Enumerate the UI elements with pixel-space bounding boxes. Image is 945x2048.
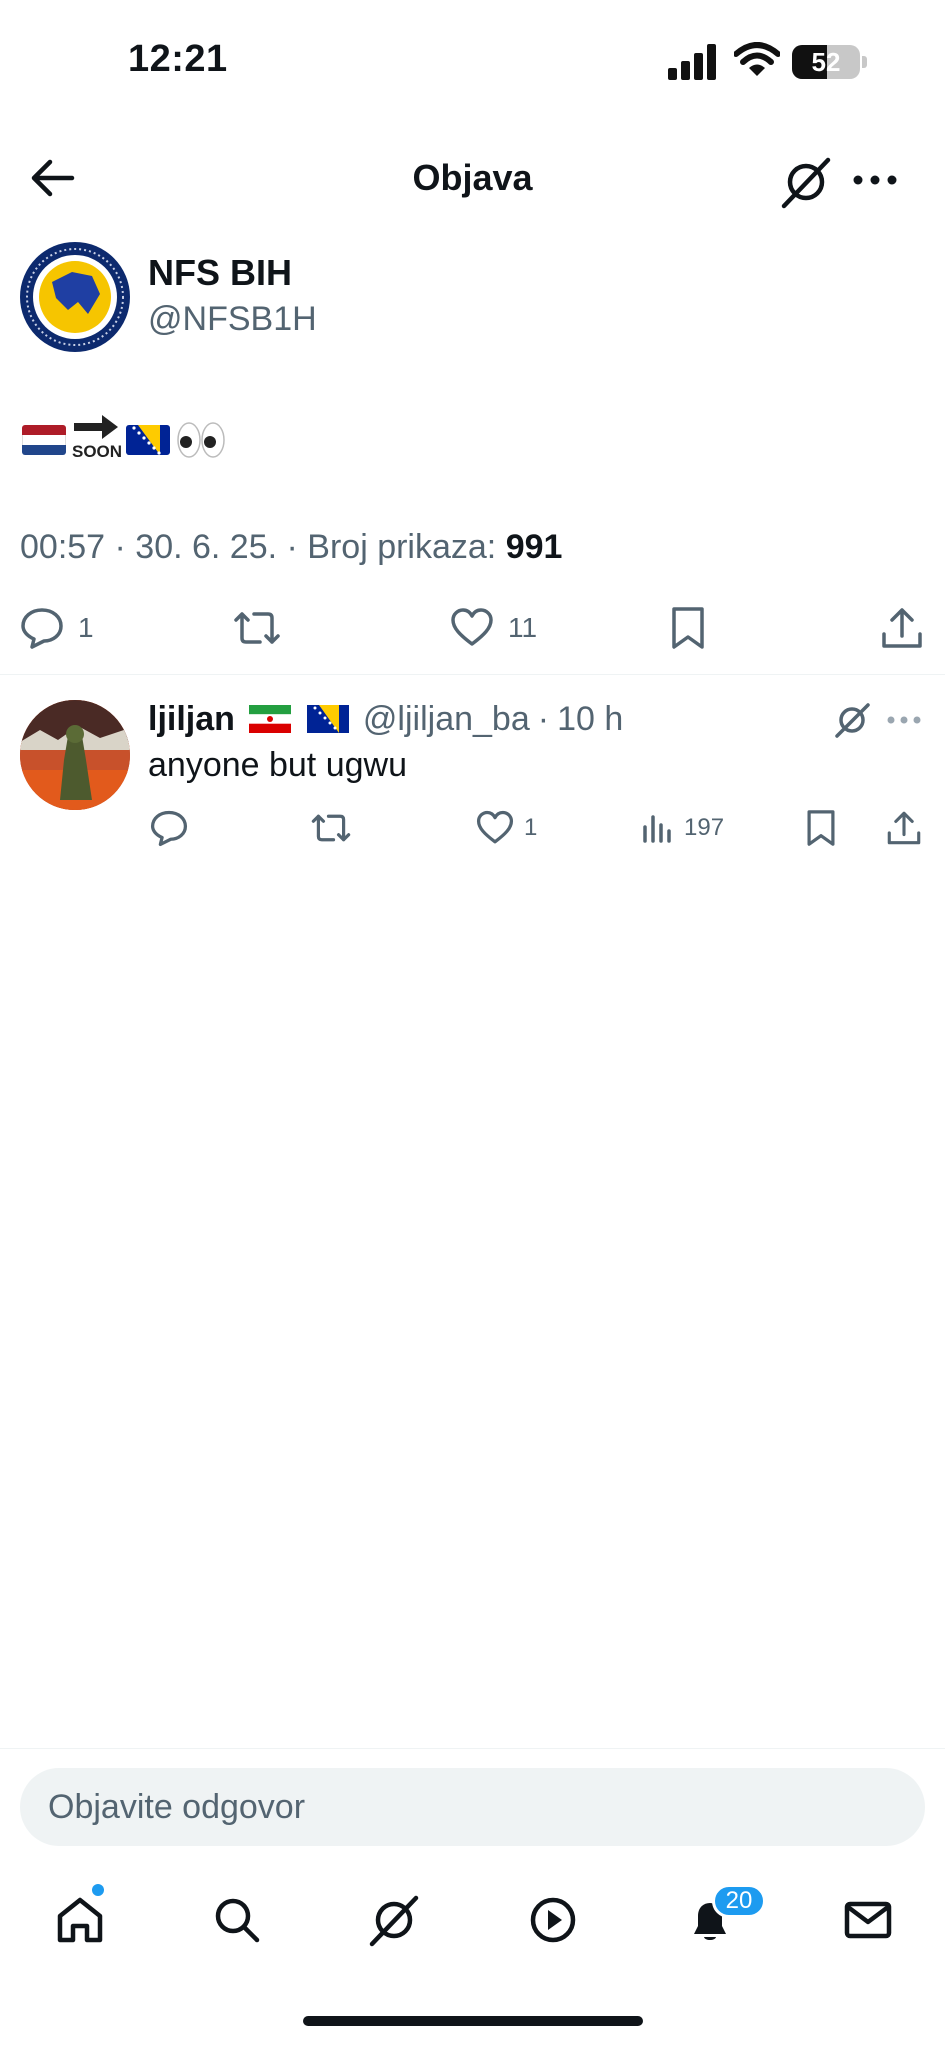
grok-icon[interactable] (778, 154, 834, 210)
bookmark-icon (668, 606, 708, 650)
nav-home[interactable] (50, 1890, 110, 1950)
share-icon (880, 606, 924, 650)
divider (0, 1748, 945, 1749)
soon-label: SOON (72, 442, 123, 461)
more-options-icon[interactable] (852, 160, 898, 200)
reply-bookmark-button[interactable] (804, 806, 838, 850)
like-count: 11 (508, 612, 538, 643)
grok-icon (366, 1892, 422, 1948)
reply-repost-button[interactable] (310, 806, 352, 850)
heart-icon (450, 606, 494, 650)
reply-input[interactable] (20, 1768, 925, 1846)
home-indicator (303, 2016, 643, 2026)
nav-grok[interactable] (364, 1890, 424, 1950)
post-text: SOON (22, 412, 226, 468)
reply-reply-button[interactable] (150, 806, 188, 850)
reply-avatar[interactable] (20, 700, 130, 810)
repost-icon (232, 606, 282, 650)
avatar[interactable] (20, 242, 130, 352)
share-button[interactable] (880, 603, 924, 653)
nav-search[interactable] (207, 1890, 267, 1950)
grok-icon[interactable] (832, 700, 872, 740)
reply-view-count: 197 (684, 814, 725, 841)
battery-percentage: 52 (811, 47, 841, 77)
battery-icon: 52 (792, 45, 860, 79)
author-handle[interactable]: @NFSB1H (148, 300, 317, 339)
reply-text: anyone but ugwu (148, 746, 407, 784)
iran-flag-icon (248, 705, 291, 733)
battery-cap (862, 56, 867, 68)
reply-like-button[interactable]: 1 (476, 806, 537, 850)
reply-button[interactable]: 1 (20, 603, 94, 653)
status-time: 12:21 (128, 38, 228, 80)
reply-like-count: 1 (524, 814, 538, 841)
author-name[interactable]: NFS BIH (148, 252, 292, 294)
bosnia-flag-icon (306, 705, 349, 733)
divider (0, 674, 945, 675)
reply-composer[interactable] (20, 1768, 925, 1846)
reply-header: ljiljan @ljiljan_ba · 10 h (148, 696, 623, 742)
reply-share-button[interactable] (886, 806, 922, 850)
wifi-icon (734, 42, 780, 78)
reply-author-name[interactable]: ljiljan (148, 700, 235, 739)
search-icon (211, 1894, 263, 1946)
reply-views-button[interactable]: 197 (640, 806, 724, 850)
view-count: 991 (505, 528, 563, 566)
bosnia-flag-icon (126, 425, 170, 455)
nav-messages[interactable] (838, 1890, 898, 1950)
play-icon (527, 1894, 579, 1946)
reply-author-handle[interactable]: @ljiljan_ba (363, 700, 530, 739)
cellular-signal-icon (668, 44, 718, 80)
more-options-icon[interactable] (886, 707, 922, 733)
reply-icon (20, 606, 64, 650)
nav-video[interactable] (523, 1890, 583, 1950)
analytics-icon (640, 811, 674, 845)
heart-icon (476, 809, 514, 847)
share-icon (886, 809, 922, 847)
post-timestamp: 00:57 · 30. 6. 25. · Broj prikaza: (20, 528, 506, 566)
bookmark-button[interactable] (668, 603, 708, 653)
notifications-badge: 20 (712, 1884, 766, 1918)
home-icon (54, 1894, 106, 1946)
separator-dot: · (537, 699, 550, 738)
post-metadata: 00:57 · 30. 6. 25. · Broj prikaza: 991 (20, 528, 562, 567)
reply-timestamp: 10 h (557, 699, 624, 738)
repost-icon (310, 809, 352, 847)
reply-count: 1 (78, 612, 94, 643)
bookmark-icon (804, 809, 838, 847)
eyes-icon (176, 420, 226, 460)
like-button[interactable]: 11 (450, 603, 537, 653)
mail-icon (842, 1894, 894, 1946)
home-notification-dot (92, 1884, 104, 1896)
repost-button[interactable] (232, 603, 282, 653)
netherlands-flag-icon (22, 425, 66, 455)
soon-arrow-icon: SOON (72, 412, 123, 468)
reply-icon (150, 809, 188, 847)
